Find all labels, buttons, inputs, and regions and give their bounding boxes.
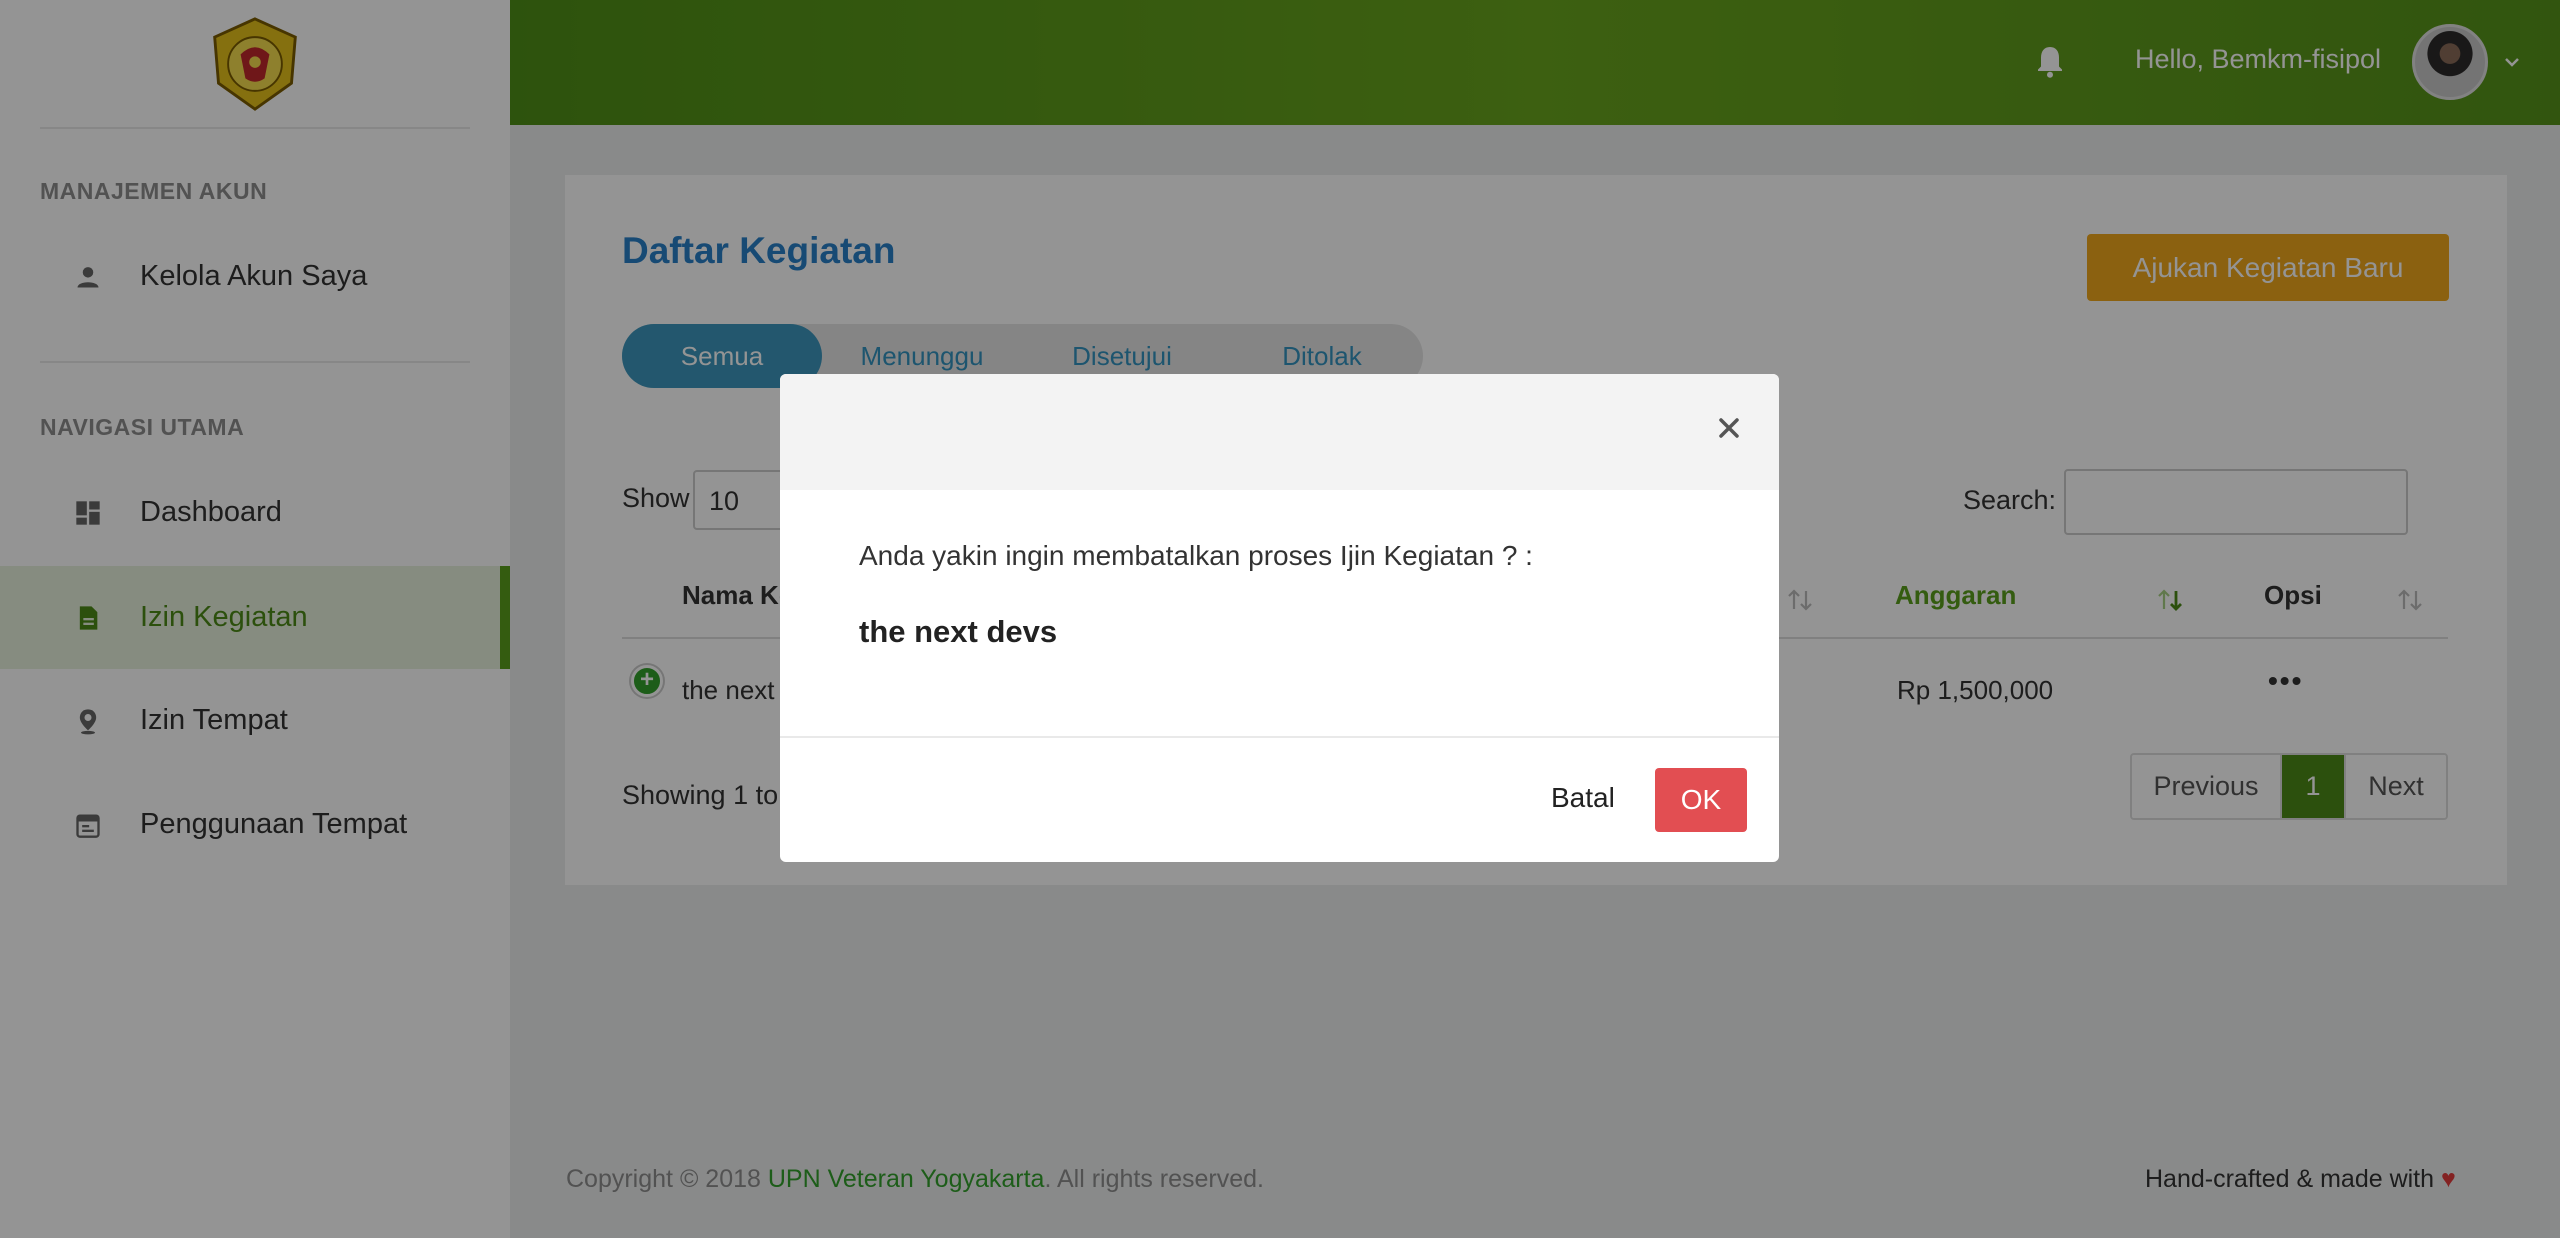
dialog-message: Anda yakin ingin membatalkan proses Ijin…	[859, 540, 1533, 571]
close-icon[interactable]	[1715, 414, 1743, 442]
ok-button[interactable]: OK	[1655, 768, 1747, 832]
dialog-item-name: the next devs	[859, 614, 1058, 649]
dialog-footer: Batal OK	[780, 736, 1779, 862]
dialog-header	[780, 374, 1779, 490]
confirm-dialog: Anda yakin ingin membatalkan proses Ijin…	[780, 374, 1779, 862]
cancel-button[interactable]: Batal	[1551, 782, 1615, 814]
